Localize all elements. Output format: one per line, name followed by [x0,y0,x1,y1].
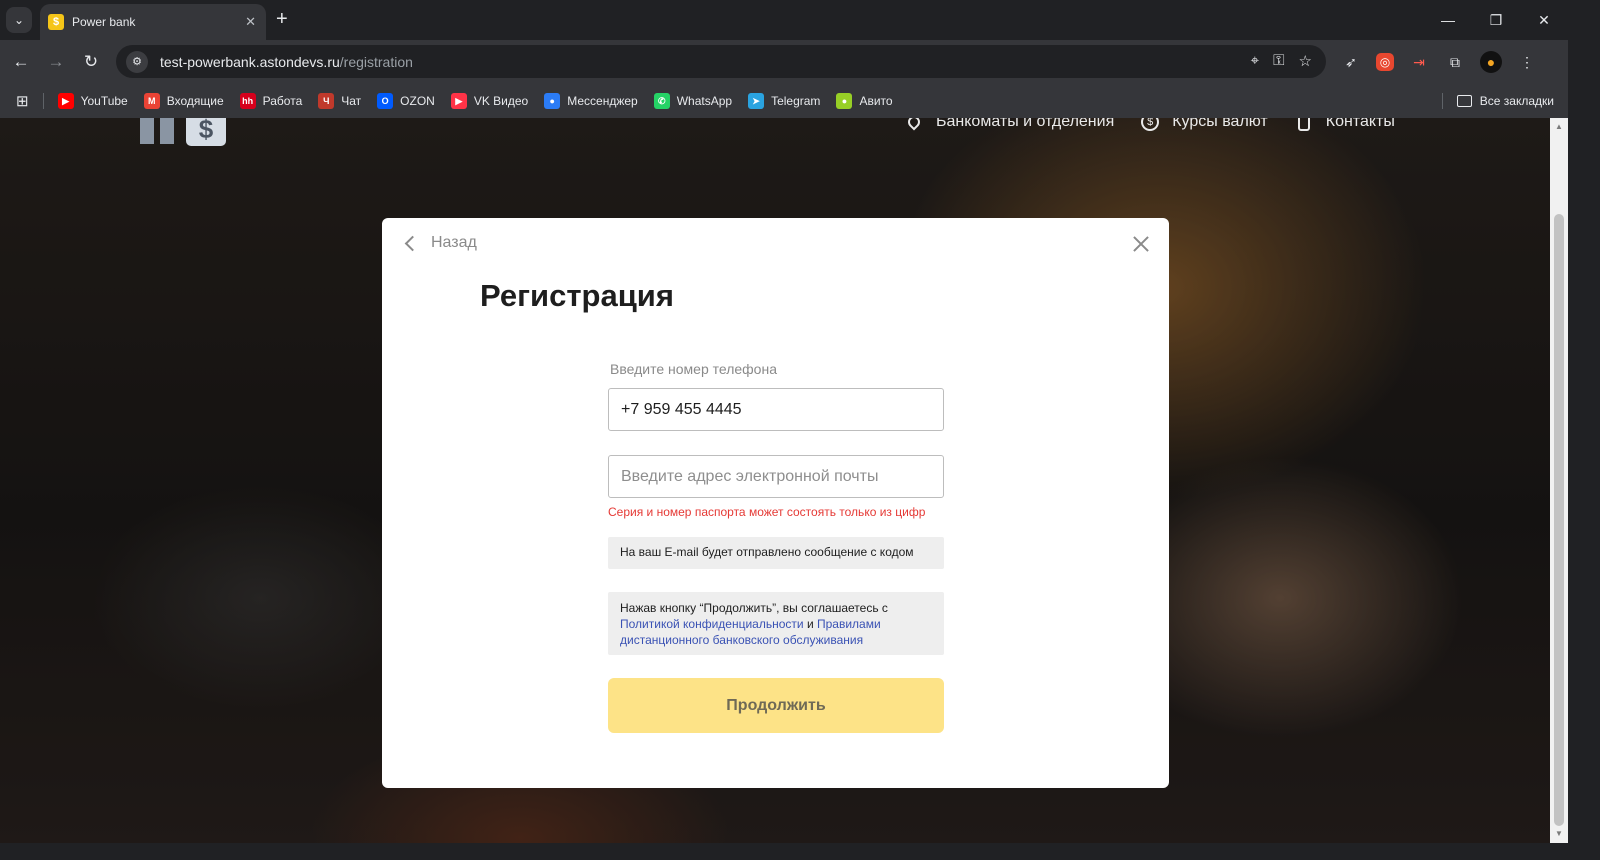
messenger-icon: ● [544,93,561,109]
close-tab-icon[interactable]: ✕ [245,14,256,30]
site-top-nav: Банкоматы и отделения $ Курсы валют Конт… [904,118,1395,132]
hh-icon: hh [239,93,256,109]
password-key-icon[interactable]: ⚿ [1273,52,1284,70]
bookmark-label: Telegram [771,94,821,108]
bookmark-label: VK Видео [473,94,529,108]
extension-vpn-icon[interactable]: ⇥ [1408,51,1430,73]
ozon-icon: O [377,93,394,109]
tab-title: Power bank [72,15,136,29]
vk-video-icon: ▶ [450,93,467,109]
nav-label: Банкоматы и отделения [936,118,1115,130]
nav-exchange-rates[interactable]: $ Курсы валют [1140,118,1268,132]
all-bookmarks[interactable]: Все закладки [1441,93,1554,109]
page-scrollbar[interactable]: ▲ ▼ [1550,118,1568,843]
extensions-puzzle-icon[interactable]: ⧉ [1444,51,1466,73]
bookmark-hh[interactable]: hh Работа [239,93,303,109]
extension-record-icon[interactable]: ◎ [1376,53,1394,71]
nav-atms-branches[interactable]: Банкоматы и отделения [904,118,1114,132]
page-title: Регистрация [480,278,674,313]
folder-icon [1456,95,1472,107]
bookmarks-bar: ⊞ ▶ YouTube M Входящие hh Работа Ч Чат O OZON ▶ VK … [0,84,1568,118]
bookmark-youtube[interactable]: ▶ YouTube [57,93,128,109]
tab-power-bank[interactable]: $ Power bank ✕ [40,4,266,40]
bookmark-vk-video[interactable]: ▶ VK Видео [450,93,529,109]
divider [42,93,44,109]
profile-avatar-icon[interactable]: ● [1480,51,1502,73]
bookmark-whatsapp[interactable]: ✆ WhatsApp [653,93,733,109]
continue-button[interactable]: Продолжить [608,678,944,733]
bookmark-label: Мессенджер [567,94,638,108]
browser-toolbar: ← → ↻ ⚙ test-powerbank.astondevs.ru/regi… [0,40,1568,84]
nav-contacts[interactable]: Контакты [1294,118,1395,132]
site-logo[interactable] [140,118,174,144]
bookmark-label: YouTube [80,94,128,108]
menu-dots-icon[interactable]: ⋮ [1516,51,1538,73]
registration-modal: Назад Регистрация Введите номер телефона… [382,218,1169,788]
scrollbar-thumb[interactable] [1554,214,1564,826]
consent-and: и [806,617,814,631]
bookmark-label: Авито [859,94,893,108]
consent-notice: Нажав кнопку “Продолжить”, вы соглашаете… [608,592,944,655]
url-domain: test-powerbank.astondevs.ru [160,53,340,70]
consent-prefix: Нажав кнопку “Продолжить”, вы соглашаете… [620,601,888,615]
tab-search-button[interactable]: ⌄ [6,7,32,33]
logo-bar [160,118,174,144]
email-field[interactable] [608,455,944,498]
logo-bar [140,118,154,144]
bookmark-telegram[interactable]: ➤ Telegram [748,93,820,109]
youtube-icon: ▶ [57,93,74,109]
apps-grid-icon[interactable]: ⊞ [16,92,29,110]
close-icon[interactable] [1133,236,1149,252]
back-label: Назад [431,234,477,251]
back-arrow-icon[interactable]: ← [10,51,32,73]
scroll-down-arrow-icon[interactable]: ▼ [1550,827,1568,841]
forward-arrow-icon[interactable]: → [45,51,67,73]
bookmark-star-icon[interactable]: ☆ [1299,52,1312,70]
location-off-icon[interactable]: ⌖ [1251,52,1259,70]
new-tab-button[interactable]: + [276,8,288,30]
url-path: /registration [339,53,413,70]
bookmark-avito[interactable]: ● Авито [836,93,893,109]
extension-rocket-icon[interactable]: ➶ [1340,51,1362,73]
site-info-icon[interactable]: ⚙ [126,50,148,73]
nav-label: Курсы валют [1172,118,1268,130]
tab-strip: ⌄ $ Power bank ✕ + — ❐ ✕ [0,0,1568,40]
telegram-icon: ➤ [748,93,765,109]
bookmark-label: OZON [400,94,435,108]
address-bar[interactable]: ⚙ test-powerbank.astondevs.ru/registrati… [116,45,1326,78]
bookmark-label: Чат [341,94,362,108]
bookmark-label: Входящие [166,94,224,108]
phone-icon [1294,118,1314,132]
bookmark-label: WhatsApp [676,94,733,108]
gmail-icon: M [143,93,160,109]
scroll-up-arrow-icon[interactable]: ▲ [1550,120,1568,134]
phone-field[interactable] [608,388,944,431]
reload-icon[interactable]: ↻ [80,51,102,73]
bookmark-messenger[interactable]: ● Мессенджер [544,93,638,109]
divider [1441,93,1443,109]
back-button[interactable]: Назад [402,234,477,252]
whatsapp-icon: ✆ [653,93,670,109]
bookmark-chat[interactable]: Ч Чат [318,93,361,109]
dollar-badge-icon: $ [48,14,64,30]
email-info-notice: На ваш E-mail будет отправлено сообщение… [608,537,944,569]
chat-icon: Ч [318,93,335,109]
validation-error-text: Серия и номер паспорта может состоять то… [608,505,926,519]
privacy-policy-link[interactable]: Политикой конфиденциальности [620,617,804,631]
window-controls: — ❐ ✕ [1424,0,1568,40]
all-bookmarks-label: Все закладки [1479,94,1554,108]
logo-dollar-icon: $ [186,118,226,146]
phone-field-label: Введите номер телефона [610,361,777,377]
chevron-left-icon [404,235,421,251]
avito-icon: ● [836,93,853,109]
window-close-icon[interactable]: ✕ [1520,0,1568,40]
map-pin-icon [904,118,924,132]
bookmark-gmail[interactable]: M Входящие [143,93,224,109]
restore-icon[interactable]: ❐ [1472,0,1520,40]
currency-icon: $ [1140,118,1160,132]
bookmark-label: Работа [262,94,303,108]
nav-label: Контакты [1325,118,1395,130]
minimize-icon[interactable]: — [1424,0,1472,40]
bookmark-ozon[interactable]: O OZON [377,93,435,109]
